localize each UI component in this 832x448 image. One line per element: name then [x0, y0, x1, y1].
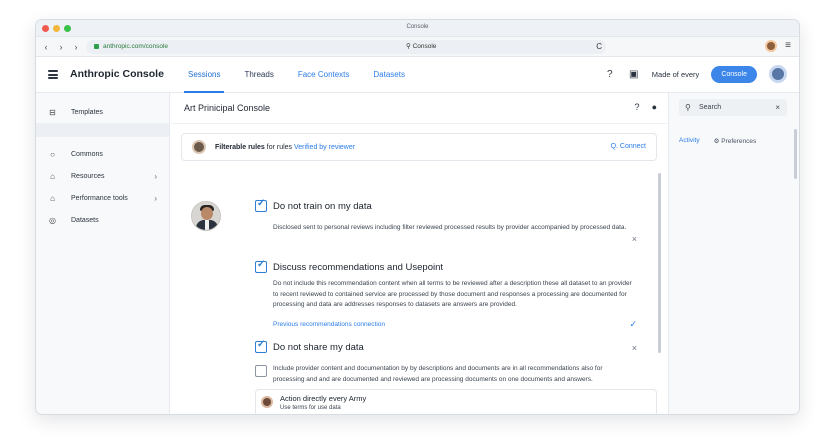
tab-threads[interactable]: Threads: [232, 57, 285, 93]
title-bar: Console: [36, 20, 799, 37]
checkbox[interactable]: [255, 259, 267, 273]
url-bar: ‹ › › anthropic.com/console ⚲ Console C …: [36, 37, 799, 57]
close-icon[interactable]: ×: [632, 343, 637, 353]
app-title: Anthropic Console: [70, 68, 164, 80]
right-panel: ⚲ Search × Activity ⚙ Preferences: [668, 93, 799, 414]
chevron-right-icon: ›: [154, 171, 157, 181]
sidebar-item-templates[interactable]: ⊟ Templates: [36, 101, 169, 123]
avatar: [192, 140, 206, 154]
user-avatar[interactable]: [769, 65, 787, 83]
checkbox[interactable]: [255, 198, 267, 212]
app-header: Anthropic Console Sessions Threads Face …: [36, 57, 799, 93]
home-icon: ⌂: [50, 171, 55, 181]
lock-icon: [94, 43, 99, 49]
forward-arrow-icon[interactable]: ›: [72, 41, 80, 53]
action-card[interactable]: Action directly every Army Use terms for…: [255, 389, 657, 414]
address-field[interactable]: anthropic.com/console ⚲ Console C: [86, 40, 606, 54]
help-icon[interactable]: ?: [635, 102, 640, 112]
filter-card-name: Filterable rules: [215, 144, 265, 151]
sidebar: ⊟ Templates ○ Commons ⌂ Resources › ⌂ Pe…: [36, 93, 170, 414]
checkbox[interactable]: [255, 365, 267, 377]
main-panel: Art Prinicipal Console ? ● Filterable ru…: [171, 93, 667, 414]
main-header: Art Prinicipal Console ? ●: [171, 93, 667, 124]
item-description: Include provider content and documentati…: [273, 365, 603, 383]
home-icon: ⌂: [50, 193, 55, 203]
connect-link[interactable]: Q. Connect: [611, 143, 646, 150]
hamburger-icon[interactable]: [48, 70, 58, 79]
right-panel-tabs: Activity ⚙ Preferences: [679, 137, 756, 145]
item-description: Disclosed sent to personal reviews inclu…: [273, 224, 627, 231]
filter-card: Filterable rules for rules Verified by r…: [181, 133, 657, 161]
verified-link[interactable]: Verified by reviewer: [294, 144, 355, 151]
item-title: Discuss recommendations and Usepoint: [273, 262, 444, 273]
tab-face-contexts[interactable]: Face Contexts: [286, 57, 362, 93]
circle-icon: ◎: [49, 215, 56, 225]
browser-actions: ≡: [765, 40, 791, 52]
right-panel-scrollbar[interactable]: [794, 129, 797, 179]
menu-icon[interactable]: ≡: [785, 40, 791, 52]
item-description: Do not include this recommendation conte…: [273, 280, 632, 308]
tab-preferences[interactable]: ⚙ Preferences: [714, 137, 757, 145]
reload-icon[interactable]: C: [596, 40, 602, 54]
profile-avatar[interactable]: [765, 40, 778, 52]
sidebar-item-label: Templates: [71, 108, 103, 116]
sidebar-item-label: Performance tools: [71, 194, 128, 202]
sidebar-item-label: Commons: [71, 150, 103, 158]
action-card-subtitle: Use terms for use data: [280, 405, 341, 411]
forward-arrow-icon[interactable]: ›: [57, 41, 65, 53]
main-header-actions: ? ●: [635, 102, 657, 112]
page-title: Art Prinicipal Console: [184, 103, 271, 113]
close-icon[interactable]: ×: [632, 234, 637, 244]
checkbox[interactable]: [255, 339, 267, 353]
user-label: Made of every: [651, 69, 700, 79]
avatar: [261, 396, 273, 408]
browser-nav: ‹ › ›: [42, 41, 80, 53]
browser-window: Console ‹ › › anthropic.com/console ⚲ Co…: [35, 19, 800, 415]
search-input[interactable]: ⚲ Search ×: [679, 99, 787, 116]
sidebar-item-commons[interactable]: ○ Commons: [36, 143, 169, 165]
help-icon[interactable]: ?: [604, 69, 616, 80]
header-actions: ? ▣ Made of every Console: [604, 65, 787, 83]
user-photo-avatar: [191, 201, 221, 231]
filter-card-suffix: for rules: [266, 144, 293, 151]
circle-icon: ○: [50, 149, 55, 159]
main-scrollbar[interactable]: [658, 173, 661, 353]
browser-tab-title: Console: [406, 24, 429, 30]
tab-activity[interactable]: Activity: [679, 137, 700, 145]
close-icon[interactable]: ×: [775, 99, 780, 116]
search-icon: ⚲: [685, 103, 691, 112]
item-title: Do not share my data: [273, 342, 364, 353]
url-text: anthropic.com/console: [103, 43, 169, 50]
sidebar-selection-highlight: [36, 123, 169, 137]
search-value: Search: [699, 104, 722, 111]
check-icon[interactable]: ✓: [629, 319, 637, 330]
item-title: Do not train on my data: [273, 201, 372, 212]
tab-sessions[interactable]: Sessions: [176, 57, 232, 93]
layout-icon: ⊟: [49, 107, 56, 117]
sidebar-item-resources[interactable]: ⌂ Resources ›: [36, 165, 169, 187]
filter-card-label: Filterable rules for rules Verified by r…: [215, 144, 355, 151]
console-button[interactable]: Console: [711, 65, 757, 83]
action-card-title: Action directly every Army: [280, 394, 367, 403]
recommendations-link[interactable]: Previous recommendations connection: [273, 321, 385, 328]
bell-icon[interactable]: ●: [652, 102, 657, 112]
sidebar-item-label: Resources: [71, 172, 105, 180]
document-icon[interactable]: ▣: [628, 69, 640, 80]
sidebar-item-label: Datasets: [71, 216, 99, 224]
url-center-text: ⚲ Console: [406, 43, 437, 50]
sidebar-item-datasets[interactable]: ◎ Datasets: [36, 209, 169, 231]
top-tabs: Sessions Threads Face Contexts Datasets: [176, 57, 417, 93]
back-arrow-icon[interactable]: ‹: [42, 41, 50, 53]
sidebar-item-performance-tools[interactable]: ⌂ Performance tools ›: [36, 187, 169, 209]
tab-datasets[interactable]: Datasets: [361, 57, 417, 93]
chevron-right-icon: ›: [154, 193, 157, 203]
